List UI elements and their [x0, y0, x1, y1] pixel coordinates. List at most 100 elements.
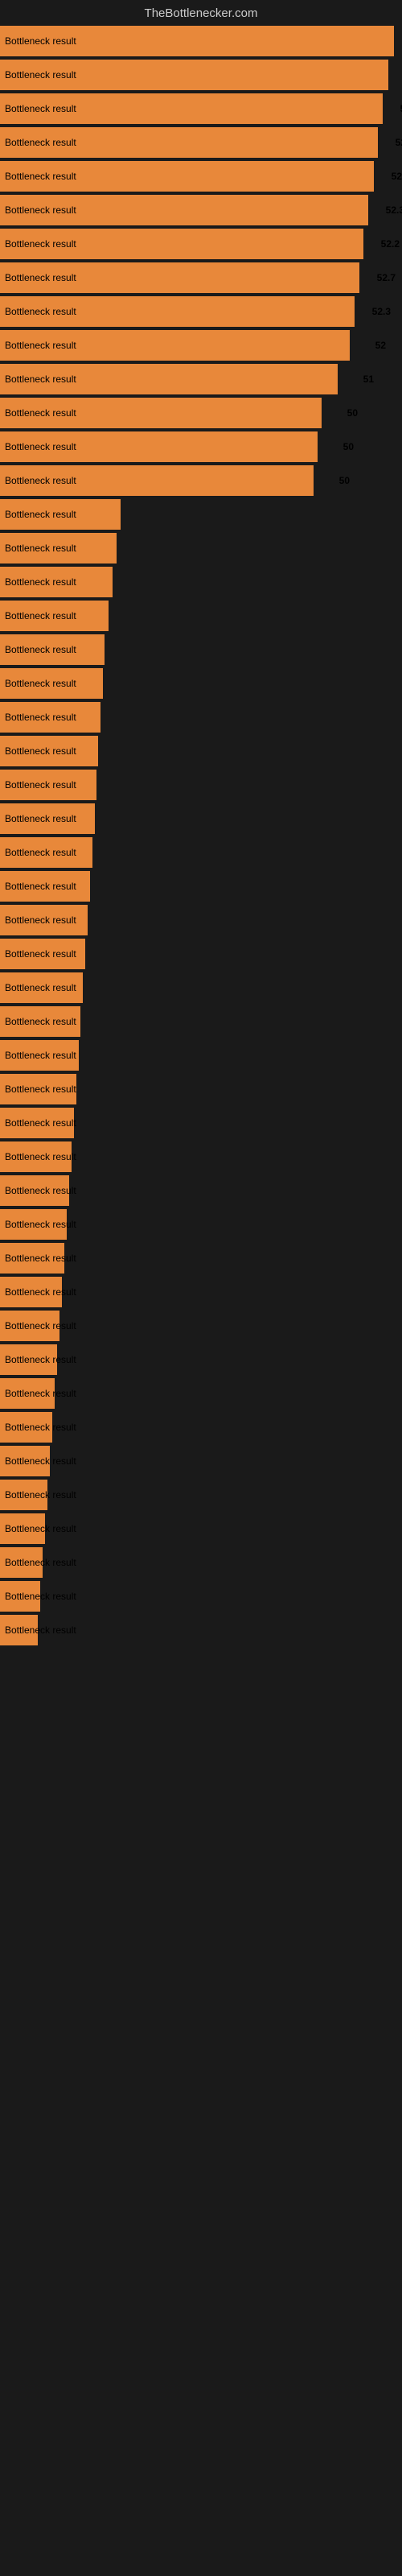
bar-label: Bottleneck result: [5, 1253, 76, 1264]
bar-wrapper: Bottleneck result: [0, 1243, 402, 1274]
bar-fill: Bottleneck result: [0, 702, 100, 733]
bar-fill: Bottleneck result: [0, 601, 109, 631]
bar-fill: Bottleneck result: [0, 905, 88, 935]
bar-label: Bottleneck result: [5, 204, 76, 216]
bar-row: Bottleneck result: [0, 1174, 402, 1208]
bar-row: Bottleneck result: [0, 667, 402, 700]
bar-wrapper: Bottleneck result52.8: [0, 127, 402, 158]
bar-wrapper: Bottleneck result52.2: [0, 229, 402, 259]
bar-fill: Bottleneck result50: [0, 398, 322, 428]
bar-value: 50: [339, 475, 350, 486]
bar-fill: Bottleneck result52.2: [0, 229, 363, 259]
bar-fill: Bottleneck result: [0, 1581, 40, 1612]
bar-fill: Bottleneck result: [0, 871, 90, 902]
bar-label: Bottleneck result: [5, 35, 76, 47]
bar-row: Bottleneck result: [0, 599, 402, 633]
bar-row: Bottleneck result: [0, 734, 402, 768]
bar-fill: Bottleneck result: [0, 499, 121, 530]
bar-row: Bottleneck result: [0, 768, 402, 802]
bar-wrapper: Bottleneck result: [0, 1311, 402, 1341]
bar-value: 50: [343, 441, 354, 452]
bar-fill: Bottleneck result: [0, 1547, 43, 1578]
bar-fill: Bottleneck result: [0, 1412, 52, 1443]
bar-label: Bottleneck result: [5, 644, 76, 655]
bar-fill: Bottleneck result: [0, 1446, 50, 1476]
bar-label: Bottleneck result: [5, 103, 76, 114]
bar-label: Bottleneck result: [5, 678, 76, 689]
bar-label: Bottleneck result: [5, 441, 76, 452]
bar-wrapper: Bottleneck result: [0, 905, 402, 935]
bar-wrapper: Bottleneck result: [0, 1175, 402, 1206]
bar-row: Bottleneck result: [0, 971, 402, 1005]
bar-label: Bottleneck result: [5, 1016, 76, 1027]
bar-label: Bottleneck result: [5, 1286, 76, 1298]
bar-label: Bottleneck result: [5, 1455, 76, 1467]
bar-fill: Bottleneck result52.8: [0, 127, 378, 158]
bar-row: Bottleneck result: [0, 1546, 402, 1579]
bar-row: Bottleneck result: [0, 1444, 402, 1478]
bar-fill: Bottleneck result: [0, 1243, 64, 1274]
bar-row: Bottleneck result52.8: [0, 126, 402, 159]
bar-wrapper: Bottleneck result: [0, 601, 402, 631]
bar-fill: Bottleneck result: [0, 939, 85, 969]
bar-fill: Bottleneck result: [0, 1480, 47, 1510]
bar-label: Bottleneck result: [5, 1489, 76, 1501]
bar-label: Bottleneck result: [5, 1354, 76, 1365]
bar-wrapper: Bottleneck result 50: [0, 431, 402, 462]
bar-row: Bottleneck result: [0, 1241, 402, 1275]
bar-fill: Bottleneck result: [0, 1277, 62, 1307]
bar-wrapper: Bottleneck result: [0, 702, 402, 733]
bar-label: Bottleneck result: [5, 576, 76, 588]
bar-wrapper: Bottleneck result51: [0, 364, 402, 394]
bar-fill: Bottleneck result: [0, 803, 95, 834]
bars-list: Bottleneck result53.9 Bottleneck result53…: [0, 24, 402, 1647]
bar-label: Bottleneck result: [5, 745, 76, 757]
bar-fill: Bottleneck result53.9: [0, 26, 394, 56]
bar-row: Bottleneck result52.3: [0, 193, 402, 227]
bar-wrapper: Bottleneck result: [0, 1108, 402, 1138]
bar-label: Bottleneck result: [5, 306, 76, 317]
bar-wrapper: Bottleneck result: [0, 1446, 402, 1476]
bar-row: Bottleneck result53.9: [0, 24, 402, 58]
bar-label: Bottleneck result: [5, 1557, 76, 1568]
bar-label: Bottleneck result: [5, 407, 76, 419]
bar-value: 51: [363, 374, 374, 385]
bar-label: Bottleneck result: [5, 1388, 76, 1399]
bar-row: Bottleneck result: [0, 1343, 402, 1377]
bar-wrapper: Bottleneck result: [0, 1006, 402, 1037]
bar-row: Bottleneck result: [0, 836, 402, 869]
bar-wrapper: Bottleneck result52.7: [0, 262, 402, 293]
bar-row: Bottleneck result 50: [0, 396, 402, 430]
bar-row: Bottleneck result: [0, 802, 402, 836]
bar-row: Bottleneck result: [0, 1208, 402, 1241]
bar-label: Bottleneck result: [5, 813, 76, 824]
bar-row: Bottleneck result: [0, 937, 402, 971]
bar-row: Bottleneck result: [0, 1410, 402, 1444]
bar-label: Bottleneck result: [5, 238, 76, 250]
bar-wrapper: Bottleneck result: [0, 871, 402, 902]
bar-fill: Bottleneck result: [0, 567, 113, 597]
bar-row: Bottleneck result: [0, 1579, 402, 1613]
bar-wrapper: Bottleneck result: [0, 1209, 402, 1240]
bar-wrapper: Bottleneck result: [0, 668, 402, 699]
bar-row: Bottleneck result52.2: [0, 227, 402, 261]
bar-label: Bottleneck result: [5, 340, 76, 351]
bar-row: Bottleneck result: [0, 1512, 402, 1546]
bar-label: Bottleneck result: [5, 272, 76, 283]
bar-fill: Bottleneck result50: [0, 465, 314, 496]
bar-label: Bottleneck result: [5, 1320, 76, 1331]
bar-wrapper: Bottleneck result53.6: [0, 60, 402, 90]
bar-fill: Bottleneck result: [0, 1040, 79, 1071]
bar-wrapper: Bottleneck result52.3: [0, 296, 402, 327]
bar-fill: Bottleneck result: [0, 837, 92, 868]
bar-row: Bottleneck result: [0, 633, 402, 667]
bar-fill: Bottleneck result52.9: [0, 161, 374, 192]
bar-row: Bottleneck result: [0, 1005, 402, 1038]
bar-fill: Bottleneck result: [0, 1311, 59, 1341]
bar-label: Bottleneck result: [5, 1422, 76, 1433]
bar-label: Bottleneck result: [5, 610, 76, 621]
bar-fill: Bottleneck result: [0, 1074, 76, 1104]
bar-value: 50: [347, 407, 358, 419]
bar-wrapper: Bottleneck result: [0, 1344, 402, 1375]
bar-label: Bottleneck result: [5, 1624, 76, 1636]
